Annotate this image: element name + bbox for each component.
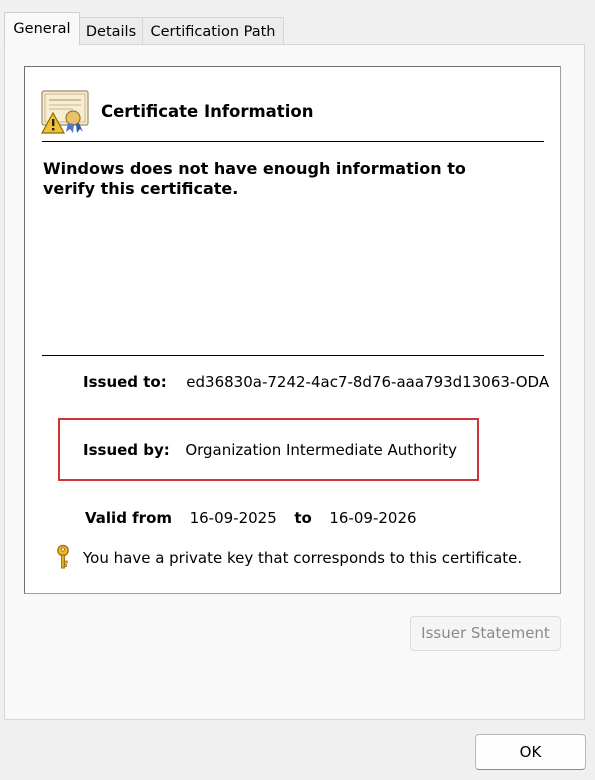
heading-divider — [42, 141, 544, 142]
verification-warning: Windows does not have enough information… — [43, 159, 466, 198]
ok-button[interactable]: OK — [475, 734, 586, 770]
certificate-info-heading: Certificate Information — [101, 102, 314, 121]
key-icon — [57, 544, 69, 569]
tab-details[interactable]: Details — [79, 17, 143, 45]
validity-row: Valid from 16-09-2025 to 16-09-2026 — [85, 509, 417, 527]
issued-by-value: Organization Intermediate Authority — [185, 441, 457, 459]
issued-to-row: Issued to: ed36830a-7242-4ac7-8d76-aaa79… — [83, 373, 549, 391]
tab-general[interactable]: General — [4, 12, 80, 45]
valid-to-label: to — [294, 509, 312, 527]
private-key-message: You have a private key that corresponds … — [83, 549, 523, 567]
details-divider — [42, 355, 544, 356]
valid-from-label: Valid from — [85, 509, 173, 527]
issued-to-label: Issued to: — [83, 373, 167, 391]
certificate-warning-icon — [40, 90, 89, 134]
issuer-statement-button[interactable]: Issuer Statement — [410, 616, 561, 651]
valid-from-value: 16-09-2025 — [189, 509, 277, 527]
tab-strip: General Details Certification Path — [0, 0, 595, 46]
tab-certification-path[interactable]: Certification Path — [142, 17, 284, 45]
issued-by-label: Issued by: — [83, 441, 170, 459]
issued-to-value: ed36830a-7242-4ac7-8d76-aaa793d13063-ODA — [186, 373, 550, 391]
issued-by-row: Issued by: Organization Intermediate Aut… — [83, 441, 457, 459]
valid-to-value: 16-09-2026 — [329, 509, 417, 527]
